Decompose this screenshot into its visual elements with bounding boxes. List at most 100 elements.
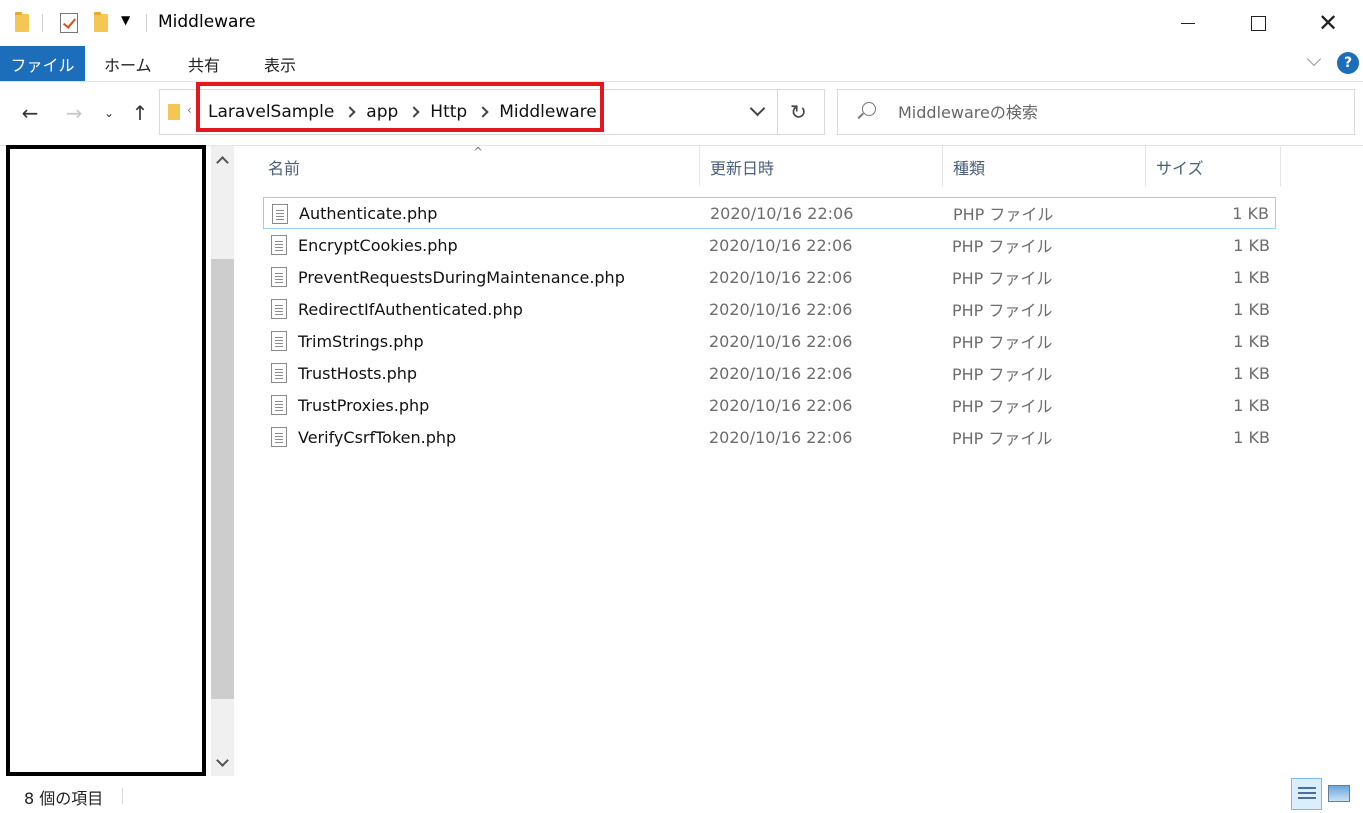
file-row[interactable]: TrustProxies.php 2020/10/16 22:06 PHP ファ… [263, 389, 1276, 421]
folder-icon [168, 104, 180, 120]
expand-ribbon-chevron-icon[interactable] [1306, 54, 1322, 70]
recent-locations-chevron-icon[interactable]: ⌄ [100, 100, 118, 126]
column-header-name[interactable]: 名前 [258, 146, 699, 188]
maximize-icon [1250, 15, 1266, 31]
file-name: TrustProxies.php [298, 395, 430, 415]
maximize-button[interactable] [1223, 0, 1293, 46]
php-file-icon [271, 363, 287, 383]
file-type: PHP ファイル [952, 365, 1053, 384]
new-folder-icon[interactable] [93, 12, 109, 34]
folder-icon [14, 12, 30, 34]
file-list: Authenticate.php 2020/10/16 22:06 PHP ファ… [263, 197, 1276, 453]
file-name: PreventRequestsDuringMaintenance.php [298, 267, 625, 287]
column-header-type[interactable]: 種類 [943, 146, 1145, 188]
file-date: 2020/10/16 22:06 [709, 363, 853, 383]
file-row[interactable]: TrimStrings.php 2020/10/16 22:06 PHP ファイ… [263, 325, 1276, 357]
file-name: TrimStrings.php [298, 331, 424, 351]
navigation-pane[interactable] [6, 145, 206, 776]
file-size: 1 KB [1232, 203, 1269, 223]
file-size: 1 KB [1233, 395, 1270, 415]
file-type: PHP ファイル [953, 205, 1054, 224]
tab-view[interactable]: 表示 [264, 46, 296, 81]
file-date: 2020/10/16 22:06 [709, 267, 853, 287]
customize-toolbar-dropdown-icon[interactable]: ▼ [121, 13, 130, 27]
search-icon [862, 102, 876, 116]
breadcrumb-overflow-icon[interactable]: ‹ [187, 103, 192, 117]
file-size: 1 KB [1233, 267, 1270, 287]
file-name: Authenticate.php [299, 203, 438, 223]
file-size: 1 KB [1233, 331, 1270, 351]
file-type: PHP ファイル [952, 237, 1053, 256]
breadcrumb-app[interactable]: app [356, 102, 408, 122]
properties-icon[interactable] [58, 12, 80, 34]
scroll-down-icon[interactable] [216, 756, 228, 768]
php-file-icon [271, 299, 287, 319]
file-name: TrustHosts.php [298, 363, 418, 383]
column-separator[interactable] [1280, 146, 1281, 186]
forward-arrow-icon[interactable]: → [62, 100, 86, 126]
scrollbar-thumb[interactable] [211, 259, 234, 699]
file-date: 2020/10/16 22:06 [709, 235, 853, 255]
refresh-icon[interactable]: ↻ [790, 100, 807, 124]
file-size: 1 KB [1233, 235, 1270, 255]
title-bar: ▼ Middleware ✕ [0, 0, 1363, 46]
file-type: PHP ファイル [952, 429, 1053, 448]
file-date: 2020/10/16 22:06 [709, 331, 853, 351]
scroll-up-icon[interactable] [216, 154, 228, 166]
file-type: PHP ファイル [952, 333, 1053, 352]
up-arrow-icon[interactable]: ↑ [128, 100, 152, 126]
file-size: 1 KB [1233, 363, 1270, 383]
search-input[interactable] [898, 90, 1338, 134]
breadcrumb-laravelsample[interactable]: LaravelSample [198, 102, 344, 122]
address-bar[interactable]: ‹ LaravelSample app Http Middleware ↻ [159, 89, 825, 135]
ribbon-tabs: ファイル ホーム 共有 表示 ? [0, 46, 1363, 82]
status-separator [122, 788, 123, 804]
file-row[interactable]: VerifyCsrfToken.php 2020/10/16 22:06 PHP… [263, 421, 1276, 453]
address-dropdown-icon[interactable] [749, 102, 765, 118]
minimize-button[interactable] [1153, 0, 1223, 46]
window-title: Middleware [158, 12, 256, 32]
column-header-date[interactable]: 更新日時 [700, 146, 942, 188]
file-size: 1 KB [1233, 427, 1270, 447]
file-row[interactable]: RedirectIfAuthenticated.php 2020/10/16 2… [263, 293, 1276, 325]
file-row[interactable]: EncryptCookies.php 2020/10/16 22:06 PHP … [263, 229, 1276, 261]
php-file-icon [271, 235, 287, 255]
file-date: 2020/10/16 22:06 [710, 203, 854, 223]
file-row[interactable]: PreventRequestsDuringMaintenance.php 202… [263, 261, 1276, 293]
search-box[interactable] [837, 89, 1355, 135]
php-file-icon [271, 427, 287, 447]
file-date: 2020/10/16 22:06 [709, 427, 853, 447]
breadcrumb-chevron-icon[interactable] [408, 106, 420, 118]
column-header-size[interactable]: サイズ [1146, 146, 1280, 188]
file-name: EncryptCookies.php [298, 235, 458, 255]
help-icon[interactable]: ? [1337, 52, 1359, 74]
file-name: VerifyCsrfToken.php [298, 427, 457, 447]
php-file-icon [271, 395, 287, 415]
title-separator [146, 14, 147, 32]
breadcrumb-chevron-icon[interactable] [344, 106, 356, 118]
breadcrumb-chevron-icon[interactable] [477, 106, 489, 118]
file-row[interactable]: Authenticate.php 2020/10/16 22:06 PHP ファ… [263, 197, 1276, 229]
breadcrumb-http[interactable]: Http [420, 102, 477, 122]
navigation-pane-scrollbar[interactable] [211, 146, 234, 776]
back-arrow-icon[interactable]: ← [18, 100, 42, 126]
file-row[interactable]: TrustHosts.php 2020/10/16 22:06 PHP ファイル… [263, 357, 1276, 389]
close-icon: ✕ [1317, 9, 1339, 37]
php-file-icon [271, 267, 287, 287]
navigation-bar: ← → ⌄ ↑ ‹ LaravelSample app Http Middlew… [0, 83, 1363, 145]
file-type: PHP ファイル [952, 269, 1053, 288]
close-button[interactable]: ✕ [1293, 0, 1363, 46]
tab-home[interactable]: ホーム [104, 46, 152, 81]
tab-file[interactable]: ファイル [0, 46, 85, 81]
file-type: PHP ファイル [952, 301, 1053, 320]
quick-access-separator [42, 14, 43, 32]
breadcrumb-middleware[interactable]: Middleware [489, 102, 607, 122]
file-type: PHP ファイル [952, 397, 1053, 416]
details-view-icon[interactable] [1291, 778, 1322, 810]
tab-share[interactable]: 共有 [188, 46, 220, 81]
php-file-icon [272, 204, 288, 224]
large-icons-view-icon[interactable] [1328, 785, 1350, 802]
file-size: 1 KB [1233, 299, 1270, 319]
address-divider [777, 90, 778, 134]
php-file-icon [271, 331, 287, 351]
